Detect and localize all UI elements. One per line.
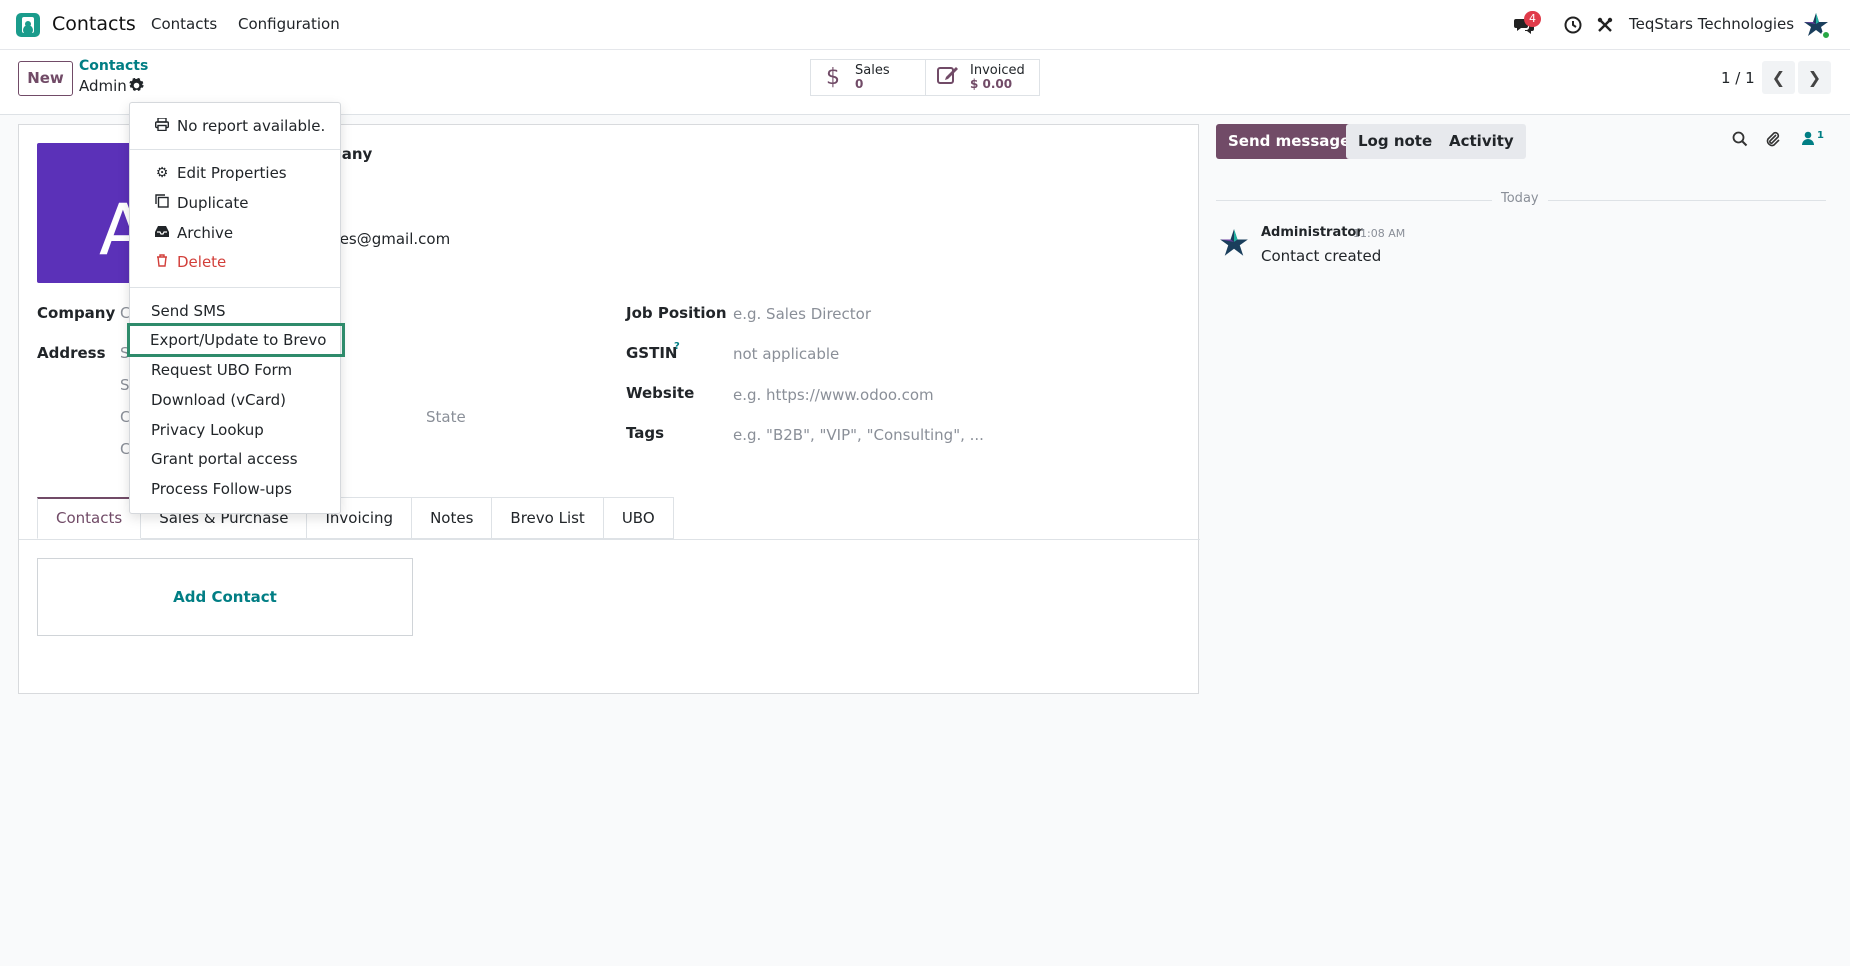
- duplicate-label: Duplicate: [177, 194, 249, 212]
- website-input[interactable]: e.g. https://www.odoo.com: [733, 386, 934, 404]
- email-value[interactable]: gies@gmail.com: [326, 230, 450, 248]
- gstin-help-icon[interactable]: ?: [674, 341, 680, 352]
- search-icon[interactable]: [1729, 131, 1751, 153]
- print-menu-item[interactable]: No report available.: [130, 112, 340, 140]
- privacy-lookup-menu-item[interactable]: Privacy Lookup: [130, 416, 340, 444]
- tab-notes[interactable]: Notes: [412, 497, 493, 539]
- tab-ubo[interactable]: UBO: [603, 497, 674, 539]
- print-label: No report available.: [177, 117, 326, 135]
- state-input[interactable]: State: [426, 408, 466, 426]
- company-switcher[interactable]: TeqStars Technologies: [1629, 15, 1794, 33]
- add-contact-button[interactable]: Add Contact: [38, 588, 412, 606]
- archive-menu-item[interactable]: Archive: [130, 219, 340, 247]
- actions-dropdown: No report available. ⚙ Edit Properties D…: [127, 102, 345, 514]
- message-author[interactable]: Administrator: [1261, 225, 1363, 240]
- chevron-right-icon: ❯: [1807, 68, 1822, 87]
- tags-label: Tags: [626, 424, 665, 442]
- dropdown-separator: [130, 149, 340, 150]
- log-note-button[interactable]: Log note: [1346, 124, 1445, 159]
- new-button[interactable]: New: [18, 61, 73, 96]
- edit-icon: [934, 65, 962, 91]
- add-contact-card[interactable]: Add Contact: [37, 558, 413, 636]
- followers-icon[interactable]: [1797, 131, 1819, 153]
- sales-value: 0: [855, 77, 864, 92]
- grant-portal-label: Grant portal access: [151, 450, 298, 468]
- send-sms-label: Send SMS: [151, 302, 226, 320]
- website-label: Website: [626, 384, 695, 402]
- company-label: Company: [37, 304, 116, 322]
- inbox-icon: [152, 225, 172, 242]
- job-position-input[interactable]: e.g. Sales Director: [733, 305, 871, 323]
- tab-brevo-list[interactable]: Brevo List: [492, 497, 604, 539]
- invoiced-label: Invoiced: [970, 63, 1025, 79]
- app-name[interactable]: Contacts: [52, 13, 136, 35]
- cogs-icon: ⚙: [155, 165, 169, 181]
- trash-icon: [152, 253, 172, 271]
- privacy-lookup-label: Privacy Lookup: [151, 421, 264, 439]
- copy-icon: [152, 194, 172, 212]
- send-message-button[interactable]: Send message: [1216, 124, 1363, 159]
- date-divider-left: [1216, 200, 1492, 201]
- contacts-app-icon[interactable]: [16, 13, 40, 37]
- request-ubo-menu-item[interactable]: Request UBO Form: [130, 356, 340, 384]
- delete-menu-item[interactable]: Delete: [130, 248, 340, 276]
- tab-contacts[interactable]: Contacts: [37, 497, 142, 539]
- menu-configuration[interactable]: Configuration: [238, 15, 340, 33]
- grant-portal-menu-item[interactable]: Grant portal access: [130, 445, 340, 473]
- invoiced-stat-button[interactable]: Invoiced $ 0.00: [925, 59, 1040, 96]
- sales-stat-button[interactable]: $ Sales 0: [810, 59, 926, 96]
- author-avatar-icon[interactable]: [1219, 228, 1249, 258]
- tabs-divider: [19, 539, 1200, 540]
- job-position-label: Job Position: [626, 304, 727, 322]
- top-navbar: Contacts Contacts Configuration 4 TeqSta…: [0, 0, 1850, 50]
- clock-icon[interactable]: [1561, 13, 1585, 37]
- gear-icon[interactable]: [129, 77, 145, 94]
- date-divider-label: Today: [1501, 191, 1539, 206]
- date-divider-right: [1548, 200, 1826, 201]
- menu-contacts[interactable]: Contacts: [151, 15, 217, 33]
- process-followups-menu-item[interactable]: Process Follow-ups: [130, 475, 340, 503]
- dollar-icon: $: [826, 65, 840, 90]
- download-vcard-menu-item[interactable]: Download (vCard): [130, 386, 340, 414]
- dropdown-separator: [130, 287, 340, 288]
- tools-icon[interactable]: [1593, 13, 1617, 37]
- pager-value[interactable]: 1 / 1: [1721, 69, 1755, 87]
- edit-properties-menu-item[interactable]: ⚙ Edit Properties: [130, 159, 340, 187]
- chevron-left-icon: ❮: [1771, 68, 1786, 87]
- address-label: Address: [37, 344, 106, 362]
- print-icon: [152, 116, 172, 135]
- export-brevo-menu-item[interactable]: Export/Update to Brevo: [127, 323, 345, 357]
- duplicate-menu-item[interactable]: Duplicate: [130, 189, 340, 217]
- gstin-label: GSTIN: [626, 344, 678, 362]
- breadcrumb-contacts[interactable]: Contacts: [79, 58, 148, 74]
- follower-count: 1: [1817, 130, 1824, 141]
- sales-label: Sales: [855, 63, 890, 79]
- notification-badge: 4: [1524, 11, 1541, 27]
- activity-button[interactable]: Activity: [1437, 124, 1526, 159]
- download-vcard-label: Download (vCard): [151, 391, 286, 409]
- delete-label: Delete: [177, 253, 227, 271]
- pager-previous-button[interactable]: ❮: [1762, 61, 1795, 94]
- process-followups-label: Process Follow-ups: [151, 480, 292, 498]
- archive-label: Archive: [177, 224, 234, 242]
- online-status-dot: [1821, 30, 1831, 40]
- export-brevo-label: Export/Update to Brevo: [150, 331, 327, 349]
- gstin-value: not applicable: [733, 345, 840, 363]
- pager-next-button[interactable]: ❯: [1798, 61, 1831, 94]
- send-sms-menu-item[interactable]: Send SMS: [130, 297, 340, 325]
- invoiced-value: $ 0.00: [970, 77, 1013, 92]
- message-time: 11:08 AM: [1353, 227, 1406, 240]
- request-ubo-label: Request UBO Form: [151, 361, 293, 379]
- tags-input[interactable]: e.g. "B2B", "VIP", "Consulting", ...: [733, 426, 984, 444]
- paperclip-icon[interactable]: [1762, 131, 1784, 153]
- edit-properties-label: Edit Properties: [177, 164, 287, 182]
- breadcrumb-current: Admin: [79, 77, 127, 95]
- message-body: Contact created: [1261, 247, 1382, 265]
